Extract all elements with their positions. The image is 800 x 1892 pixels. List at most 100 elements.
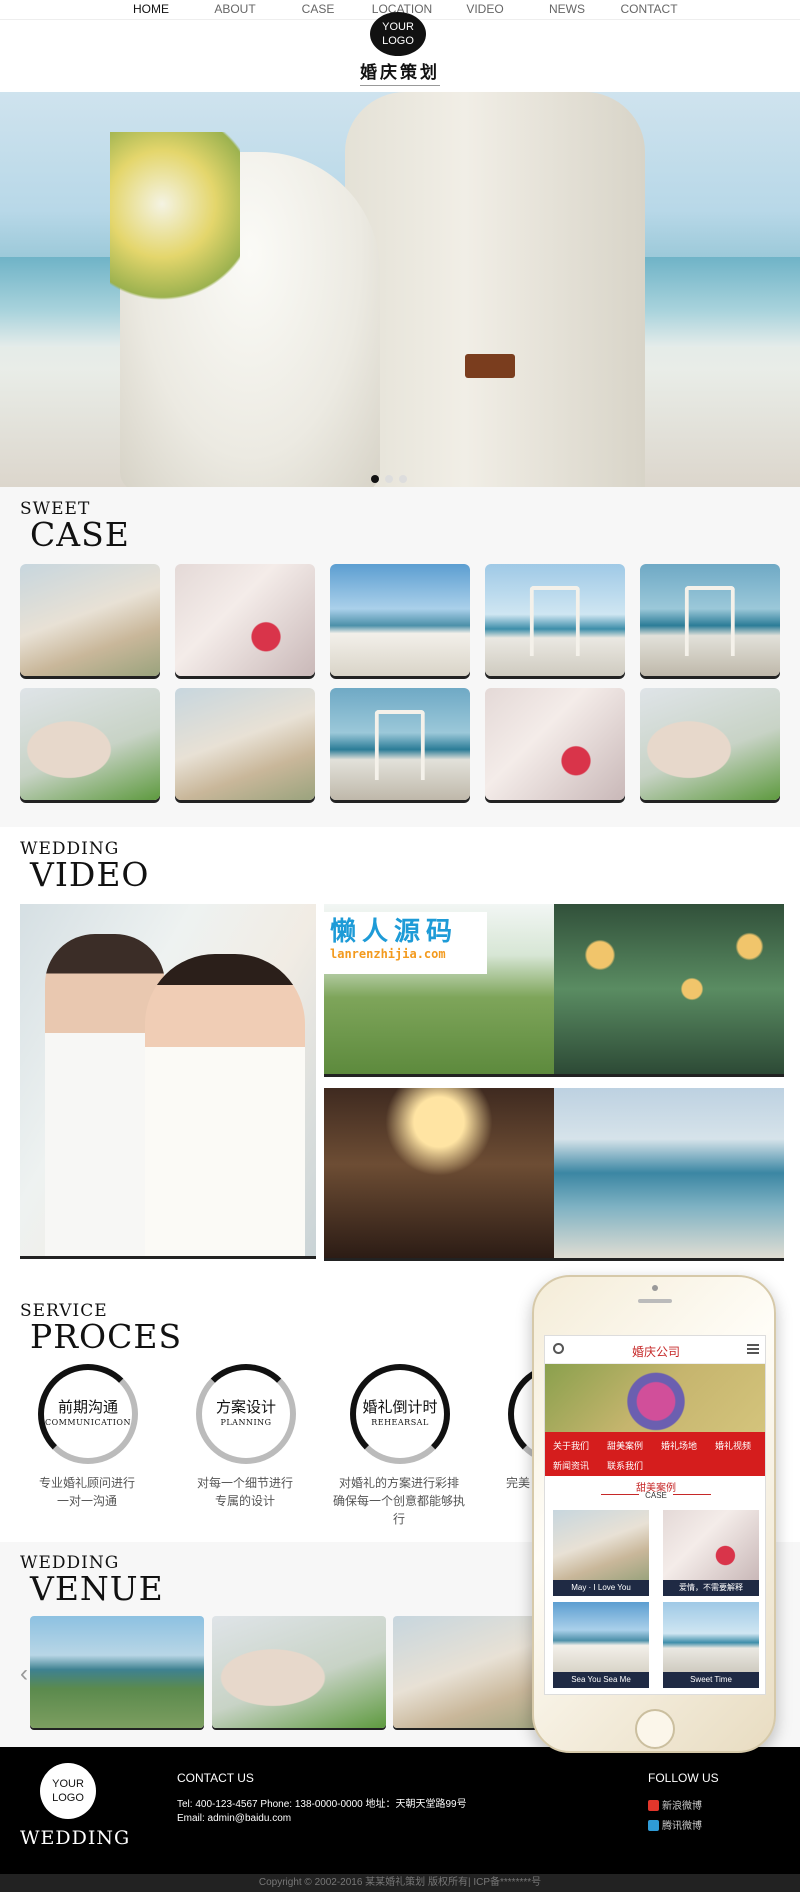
footer-follow-title: FOLLOW US	[648, 1771, 719, 1785]
video-main-bride	[145, 954, 305, 1256]
step-subtitle: PLANNING	[220, 1418, 272, 1427]
watermark-url: lanrenzhijia.com	[330, 947, 446, 961]
arch-shape	[684, 586, 736, 656]
footer-email: Email: admin@baidu.com	[177, 1813, 292, 1824]
process-step-3: 婚礼倒计时 REHEARSAL	[348, 1364, 452, 1464]
process-step-3-desc: 对婚礼的方案进行彩排 确保每一个创意都能够执 行	[324, 1474, 474, 1528]
desc-line: 一对一沟通	[56, 1494, 117, 1508]
venue-prev-arrow-icon[interactable]: ‹	[20, 1660, 28, 1688]
process-step-1: 前期沟通 COMMUNICATION	[36, 1364, 140, 1464]
process-step-2-desc: 对每一个细节进行 专属的设计	[170, 1474, 320, 1510]
case-thumb-10[interactable]	[640, 688, 780, 800]
mobile-card-4[interactable]: Sweet Time	[663, 1602, 759, 1688]
process-step-1-desc: 专业婚礼顾问进行 一对一沟通	[12, 1474, 162, 1510]
step-subtitle: REHEARSAL	[371, 1418, 429, 1427]
case-thumb-5[interactable]	[640, 564, 780, 676]
nav-home[interactable]: HOME	[133, 2, 169, 16]
footer-tel: Tel: 400-123-4567 Phone: 138-0000-0000 地…	[177, 1799, 467, 1810]
mobile-banner[interactable]	[545, 1364, 765, 1432]
case-thumb-3[interactable]	[330, 564, 470, 676]
mobile-menu-contact[interactable]: 联系我们	[607, 1459, 643, 1472]
mobile-menu-video[interactable]: 婚礼视频	[715, 1439, 751, 1452]
footer-logo[interactable]: YOUR LOGO	[40, 1763, 96, 1819]
mobile-card-1[interactable]: May · I Love You	[553, 1510, 649, 1596]
phone-screen: 婚庆公司 关于我们 甜美案例 婚礼场地 婚礼视频 新闻资讯 联系我们 甜美案例 …	[544, 1335, 766, 1695]
card-caption: May · I Love You	[553, 1580, 649, 1596]
card-image	[553, 1510, 649, 1580]
video-thumb-3[interactable]	[324, 1088, 554, 1258]
case-thumb-4[interactable]	[485, 564, 625, 676]
site-logo[interactable]: YOUR LOGO	[370, 12, 426, 56]
step-title: 婚礼倒计时	[362, 1399, 438, 1416]
desc-line: 对每一个细节进行	[196, 1476, 293, 1490]
nav-about[interactable]: ABOUT	[214, 2, 255, 16]
slide-dot-2[interactable]	[385, 475, 393, 483]
nav-video[interactable]: VIDEO	[466, 2, 503, 16]
video-main[interactable]	[20, 904, 316, 1256]
footer-logo-line1: YOUR	[52, 1778, 84, 1790]
hero-belt	[465, 354, 515, 378]
mobile-menu-news[interactable]: 新闻资讯	[553, 1459, 589, 1472]
hero-bouquet	[110, 132, 240, 312]
mobile-card-3[interactable]: Sea You Sea Me	[553, 1602, 649, 1688]
process-step-4-desc: 完美	[505, 1476, 530, 1490]
video-thumb-2[interactable]	[554, 904, 784, 1074]
mobile-header: 婚庆公司	[545, 1336, 765, 1364]
hero-groom	[345, 92, 645, 487]
progress-ring: 前期沟通 COMMUNICATION	[38, 1364, 138, 1464]
mobile-menu-case[interactable]: 甜美案例	[607, 1439, 643, 1452]
slide-dot-1[interactable]	[371, 475, 379, 483]
page: HOME ABOUT CASE LOCATION VIDEO NEWS CONT…	[0, 0, 800, 1892]
progress-ring: 婚礼倒计时 REHEARSAL	[350, 1364, 450, 1464]
mobile-section-sub: CASE	[545, 1491, 765, 1500]
phone-home-button	[635, 1709, 675, 1749]
case-thumb-9[interactable]	[485, 688, 625, 800]
menu-icon[interactable]	[747, 1344, 759, 1354]
process-heading-big: PROCES	[30, 1317, 183, 1356]
footer-social-weibo[interactable]: 新浪微博	[648, 1797, 702, 1812]
copyright: Copyright © 2002-2016 某某婚礼策划 版权所有| ICP备*…	[0, 1874, 800, 1892]
venue-heading: WEDDING VENUE	[20, 1554, 164, 1606]
mobile-menu: 关于我们 甜美案例 婚礼场地 婚礼视频 新闻资讯 联系我们	[545, 1432, 765, 1476]
footer: YOUR LOGO WEDDING CONTACT US Tel: 400-12…	[0, 1747, 800, 1874]
case-thumb-6[interactable]	[20, 688, 160, 800]
logo-line2: LOGO	[382, 35, 414, 47]
nav-news[interactable]: NEWS	[549, 2, 585, 16]
case-heading-big: CASE	[30, 515, 130, 554]
mobile-card-2[interactable]: 爱情，不需要解释	[663, 1510, 759, 1596]
card-image	[663, 1510, 759, 1580]
desc-line: 行	[392, 1512, 405, 1526]
step-subtitle: COMMUNICATION	[45, 1418, 131, 1427]
desc-line: 专业婚礼顾问进行	[38, 1476, 135, 1490]
venue-heading-big: VENUE	[30, 1569, 164, 1608]
venue-thumb-1[interactable]	[30, 1616, 204, 1728]
card-caption: Sea You Sea Me	[553, 1672, 649, 1688]
social-label: 腾讯微博	[662, 1821, 702, 1832]
case-thumb-7[interactable]	[175, 688, 315, 800]
card-image	[663, 1602, 759, 1672]
case-thumb-1[interactable]	[20, 564, 160, 676]
weibo-icon	[648, 1800, 659, 1811]
mobile-title: 婚庆公司	[631, 1345, 680, 1359]
step-title: 前期沟通	[57, 1399, 118, 1416]
footer-logo-line2: LOGO	[52, 1792, 84, 1804]
video-heading-big: VIDEO	[30, 855, 150, 894]
mobile-menu-venue[interactable]: 婚礼场地	[661, 1439, 697, 1452]
arch-shape	[529, 586, 581, 656]
case-heading: SWEET CASE	[20, 500, 130, 552]
hero-banner[interactable]	[0, 92, 800, 487]
nav-contact[interactable]: CONTACT	[620, 2, 677, 16]
footer-contact-title: CONTACT US	[177, 1771, 254, 1785]
slide-dot-3[interactable]	[399, 475, 407, 483]
case-thumb-2[interactable]	[175, 564, 315, 676]
video-thumb-4[interactable]	[554, 1088, 784, 1258]
nav-case[interactable]: CASE	[302, 2, 335, 16]
venue-thumb-2[interactable]	[212, 1616, 386, 1728]
video-heading: WEDDING VIDEO	[20, 840, 149, 892]
process-heading: SERVICE PROCES	[20, 1302, 182, 1354]
footer-social-tencent[interactable]: 腾讯微博	[648, 1817, 702, 1832]
card-image	[553, 1602, 649, 1672]
case-thumb-8[interactable]	[330, 688, 470, 800]
mobile-menu-about[interactable]: 关于我们	[553, 1439, 589, 1452]
process-step-2: 方案设计 PLANNING	[194, 1364, 298, 1464]
